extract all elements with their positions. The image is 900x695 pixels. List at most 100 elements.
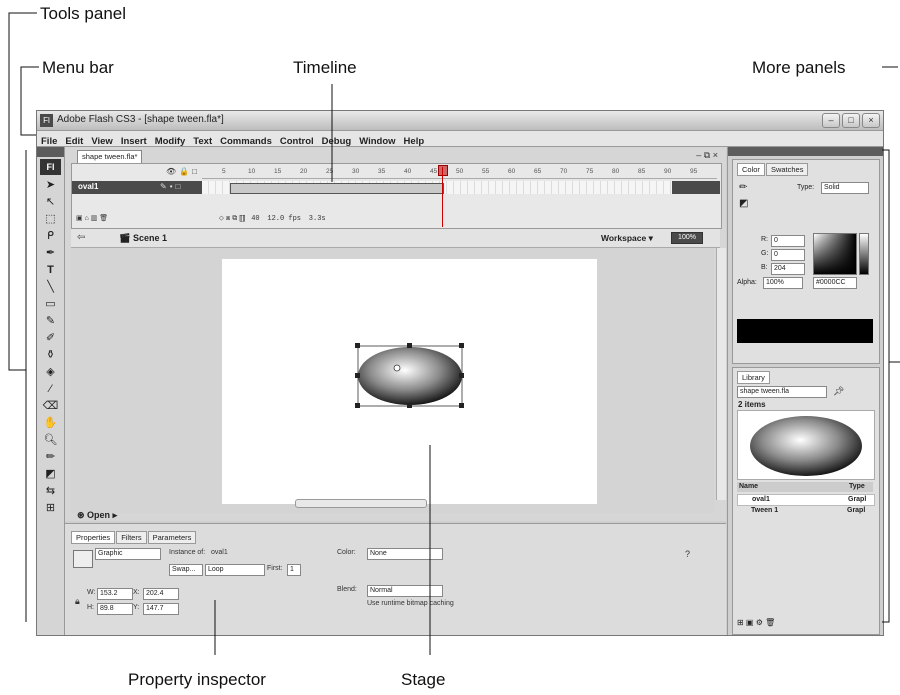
col-type[interactable]: Type <box>849 483 865 490</box>
timeline-layer-icons: 👁︎🔒□ <box>166 167 200 176</box>
lasso-tool-icon[interactable]: ᑭ <box>42 229 60 243</box>
y-input[interactable]: 147.7 <box>143 603 179 615</box>
alpha-input[interactable]: 100% <box>763 277 803 289</box>
swap-button[interactable]: Swap... <box>169 564 203 576</box>
menu-insert[interactable]: Insert <box>117 134 151 147</box>
eraser-tool-icon[interactable]: ⌫ <box>42 399 60 413</box>
lock-icon[interactable]: 🔒︎ <box>75 596 80 607</box>
flash-app-icon: Fl <box>40 114 53 127</box>
stage-horizontal-scrollbar[interactable] <box>295 499 427 508</box>
stroke-color-icon[interactable]: ✏ <box>739 182 747 193</box>
maximize-button[interactable]: □ <box>842 113 860 128</box>
x-input[interactable]: 202.4 <box>143 588 179 600</box>
g-input[interactable]: 0 <box>771 249 805 261</box>
color-select[interactable]: None <box>367 548 443 560</box>
registration-point[interactable] <box>393 364 401 372</box>
title-bar: Fl Adobe Flash CS3 - [shape tween.fla*] … <box>37 111 883 131</box>
menu-debug[interactable]: Debug <box>318 134 356 147</box>
layer-name[interactable]: oval1 <box>78 182 98 191</box>
r-input[interactable]: 0 <box>771 235 805 247</box>
library-file-select[interactable]: shape tween.fla <box>737 386 827 398</box>
library-row[interactable]: Tween 1 Grapl <box>737 506 873 516</box>
g-label: G: <box>761 250 769 257</box>
stage-vertical-scrollbar[interactable] <box>716 248 726 500</box>
brush-tool-icon[interactable]: ✐ <box>42 331 60 345</box>
menu-control[interactable]: Control <box>276 134 318 147</box>
library-pin-icon[interactable]: 📌︎ <box>833 386 844 397</box>
swap-colors-icon[interactable]: ⇆ <box>42 484 60 498</box>
zoom-field[interactable]: 100% <box>671 232 703 244</box>
menu-modify[interactable]: Modify <box>151 134 190 147</box>
back-arrow-icon[interactable]: ⇦ <box>77 232 85 243</box>
open-toggle[interactable]: ⊛ Open ▸ <box>77 510 117 521</box>
menu-file[interactable]: File <box>37 134 61 147</box>
library-bottom-icons[interactable]: ⊞ ▣ ⚙ 🗑︎ <box>737 618 775 627</box>
text-tool-icon[interactable]: T <box>42 263 60 277</box>
snap-option-icon[interactable]: ⊞ <box>42 501 60 515</box>
brightness-slider[interactable] <box>859 233 869 275</box>
b-input[interactable]: 204 <box>771 263 805 275</box>
scene-name[interactable]: 🎬︎ Scene 1 <box>119 233 167 244</box>
symbol-icon <box>73 550 93 568</box>
tab-swatches[interactable]: Swatches <box>765 163 809 176</box>
hand-tool-icon[interactable]: ✋ <box>42 416 60 430</box>
document-tab[interactable]: shape tween.fla* <box>77 150 143 163</box>
eyedropper-tool-icon[interactable]: ⁄ <box>42 382 60 396</box>
subselection-tool-icon[interactable]: ↖ <box>42 195 60 209</box>
playhead[interactable] <box>442 167 443 227</box>
w-label: W: <box>87 589 96 596</box>
loop-select[interactable]: Loop <box>205 564 265 576</box>
ink-bottle-tool-icon[interactable]: ⚱ <box>42 348 60 362</box>
pen-tool-icon[interactable]: ✒ <box>42 246 60 260</box>
playhead-handle[interactable] <box>438 165 448 176</box>
menu-window[interactable]: Window <box>355 134 399 147</box>
menu-help[interactable]: Help <box>400 134 429 147</box>
layer-controls[interactable]: ✎•□ <box>160 182 183 191</box>
menu-view[interactable]: View <box>87 134 116 147</box>
tab-color[interactable]: Color <box>737 163 765 176</box>
stage[interactable] <box>222 259 597 504</box>
selection-tool-icon[interactable]: ➤ <box>42 178 60 192</box>
library-row[interactable]: oval1 Grapl <box>737 494 875 506</box>
document-window-controls[interactable]: – ⧉ × <box>696 150 718 161</box>
tab-properties[interactable]: Properties <box>71 531 116 544</box>
onion-skin-icons[interactable]: ⬦ ⧈ ⧉ ⟦⟧ <box>219 215 245 222</box>
symbol-type-select[interactable]: Graphic <box>95 548 161 560</box>
fill-color-icon[interactable]: ◩ <box>739 198 748 209</box>
ruler-label: 95 <box>690 168 698 175</box>
tab-library[interactable]: Library <box>737 371 770 384</box>
stroke-color-icon[interactable]: ✏ <box>42 450 60 464</box>
w-input[interactable]: 153.2 <box>97 588 133 600</box>
col-name[interactable]: Name <box>739 483 758 490</box>
new-layer-icon[interactable]: ▣ ⌂ ▥ 🗑︎ <box>76 215 108 222</box>
ruler-label: 65 <box>534 168 542 175</box>
cache-label[interactable]: Use runtime bitmap caching <box>367 600 454 607</box>
free-transform-tool-icon[interactable]: ⬚ <box>42 212 60 226</box>
h-input[interactable]: 89.8 <box>97 603 133 615</box>
blend-select[interactable]: Normal <box>367 585 443 597</box>
menu-commands[interactable]: Commands <box>216 134 276 147</box>
minimize-button[interactable]: – <box>822 113 840 128</box>
help-icon[interactable]: ? <box>685 549 690 559</box>
tab-filters[interactable]: Filters <box>116 531 147 544</box>
close-button[interactable]: × <box>862 113 880 128</box>
tab-parameters[interactable]: Parameters <box>147 531 197 544</box>
zoom-tool-icon[interactable]: 🔍︎ <box>42 433 60 447</box>
ruler-label: 85 <box>638 168 646 175</box>
workspace-menu[interactable]: Workspace ▾ <box>601 233 653 244</box>
hex-input[interactable]: #0000CC <box>813 277 857 289</box>
menu-text[interactable]: Text <box>189 134 216 147</box>
frame-rate: 12.0 fps <box>267 215 302 223</box>
first-input[interactable]: 1 <box>287 564 301 576</box>
menu-edit[interactable]: Edit <box>61 134 87 147</box>
line-tool-icon[interactable]: ╲ <box>42 280 60 294</box>
paint-bucket-tool-icon[interactable]: ◈ <box>42 365 60 379</box>
type-select[interactable]: Solid <box>821 182 869 194</box>
shape-tween-span[interactable] <box>230 183 444 194</box>
rectangle-tool-icon[interactable]: ▭ <box>42 297 60 311</box>
fill-color-icon[interactable]: ◩ <box>42 467 60 481</box>
pencil-tool-icon[interactable]: ✎ <box>42 314 60 328</box>
oval-shape[interactable] <box>358 347 462 405</box>
timeline-ruler[interactable]: 5 10 15 20 25 30 35 40 45 50 55 60 65 70 75 80 85 90 95 <box>202 167 717 179</box>
color-picker-field[interactable] <box>813 233 857 275</box>
